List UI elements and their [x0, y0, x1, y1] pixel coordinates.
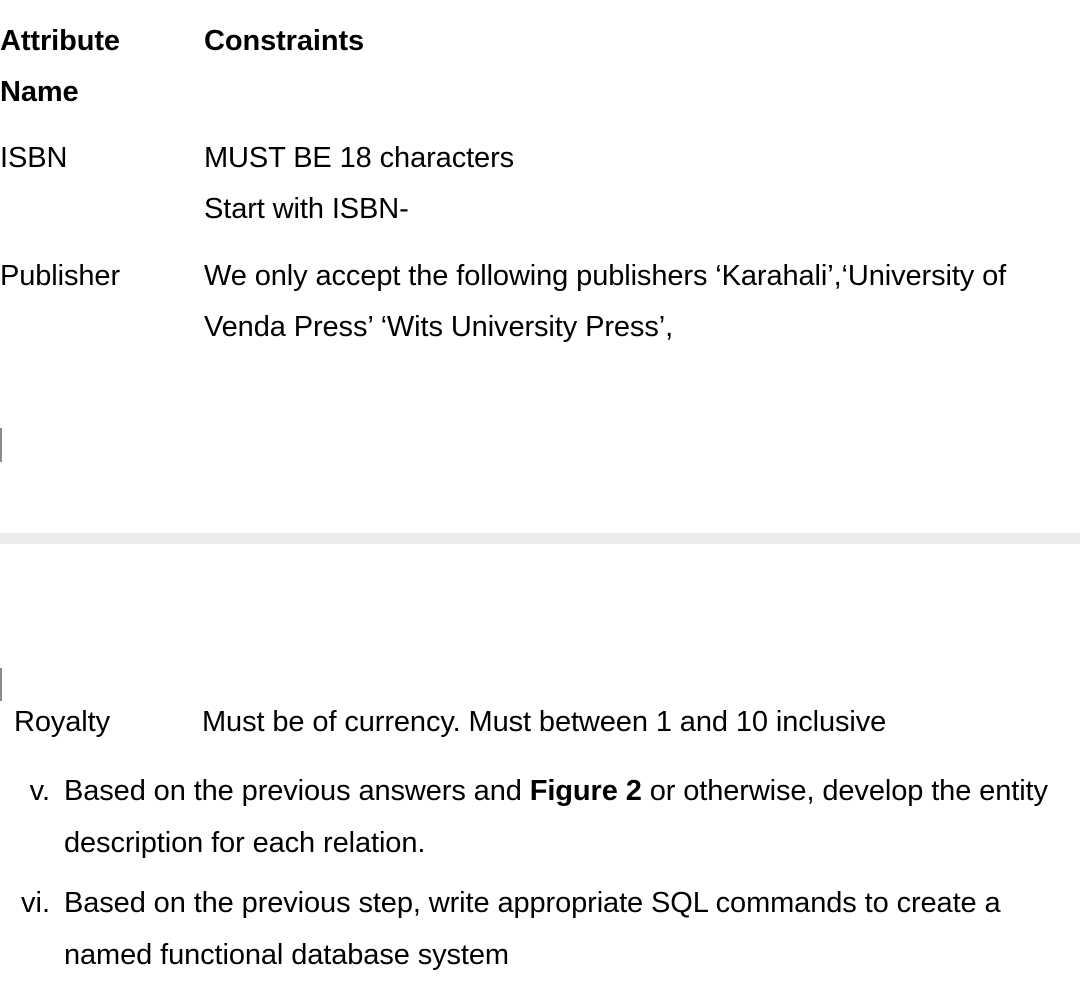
cell-attribute-name: Publisher — [0, 235, 204, 353]
constraint-line: Must be of currency. Must between 1 and … — [202, 706, 887, 738]
page-break-separator — [0, 533, 1080, 544]
text-caret-mark — [0, 428, 2, 462]
roman-numeral-list: v. Based on the previous answers and Fig… — [0, 765, 1080, 989]
table-row: Publisher We only accept the following p… — [0, 235, 1080, 353]
attribute-name-isbn: ISBN — [0, 142, 68, 174]
cell-constraints: We only accept the following publishers … — [204, 235, 1080, 353]
column-header-constraints: Constraints — [204, 25, 365, 57]
constraint-line: We only accept the following publishers … — [204, 260, 1015, 343]
column-header-attribute-line2: Name — [0, 76, 79, 108]
list-text-before: Based on the previous step, write approp… — [64, 887, 1001, 971]
constraints-table: Attribute Name Constraints ISBN MUST BE … — [0, 0, 1080, 353]
attribute-name-publisher: Publisher — [0, 260, 120, 292]
list-item-text: Based on the previous step, write approp… — [64, 877, 1080, 981]
cell-constraints: Must be of currency. Must between 1 and … — [202, 697, 1080, 748]
constraint-line: MUST BE 18 characters — [204, 142, 515, 174]
list-text-emphasis: Figure 2 — [529, 775, 642, 807]
list-item: vi. Based on the previous step, write ap… — [0, 877, 1080, 981]
page-break-gap — [0, 395, 1080, 701]
attribute-name-royalty: Royalty — [14, 706, 110, 738]
cell-attribute-name: ISBN — [0, 118, 204, 235]
list-item-text: Based on the previous answers and Figure… — [64, 765, 1080, 869]
list-marker-v: v. — [29, 775, 50, 807]
list-item: v. Based on the previous answers and Fig… — [0, 765, 1080, 869]
constraint-line: Start with ISBN- — [204, 193, 409, 225]
table-row: ISBN MUST BE 18 characters Start with IS… — [0, 118, 1080, 235]
list-marker-vi: vi. — [21, 887, 50, 919]
table-header-row: Attribute Name Constraints — [0, 0, 1080, 118]
table-header-cell-attribute: Attribute Name — [0, 0, 204, 118]
table-header-cell-constraints: Constraints — [204, 0, 1080, 118]
table-row: Royalty Must be of currency. Must betwee… — [0, 697, 1080, 748]
cell-attribute-name: Royalty — [0, 697, 202, 748]
list-text-before: Based on the previous answers and — [64, 775, 530, 807]
cell-constraints: MUST BE 18 characters Start with ISBN- — [204, 118, 1080, 235]
document-page: Attribute Name Constraints ISBN MUST BE … — [0, 0, 1080, 999]
column-header-attribute-line1: Attribute — [0, 25, 120, 57]
